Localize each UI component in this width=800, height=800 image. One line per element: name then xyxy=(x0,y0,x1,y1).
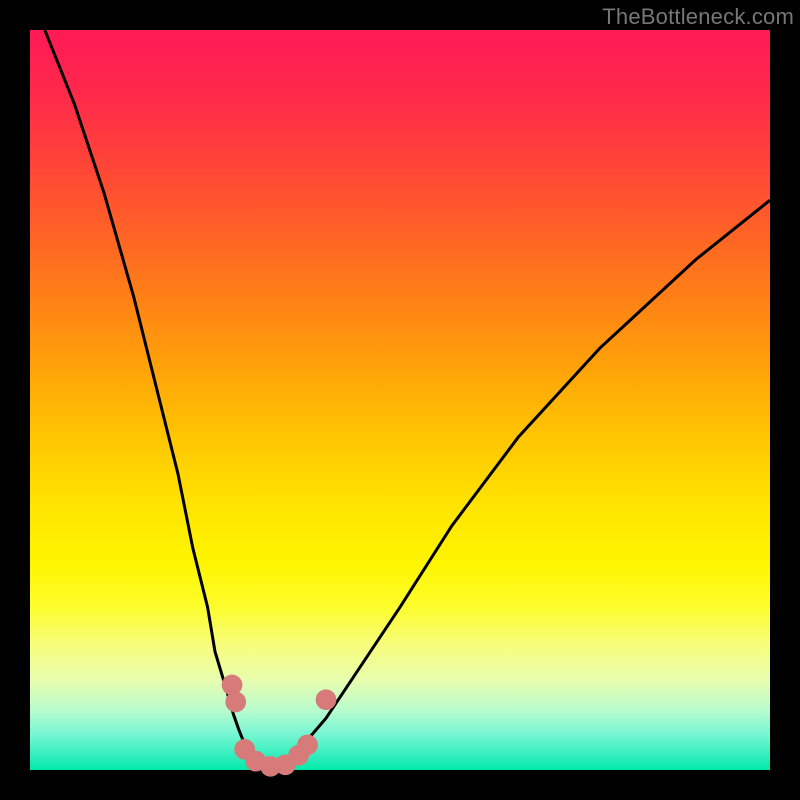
curve-layer xyxy=(30,30,770,770)
chart-frame: TheBottleneck.com xyxy=(0,0,800,800)
data-marker xyxy=(222,675,243,696)
data-marker xyxy=(297,734,318,755)
data-marker xyxy=(225,692,246,713)
bottleneck-curve xyxy=(45,30,770,766)
data-marker xyxy=(316,689,337,710)
watermark-label: TheBottleneck.com xyxy=(602,4,794,30)
